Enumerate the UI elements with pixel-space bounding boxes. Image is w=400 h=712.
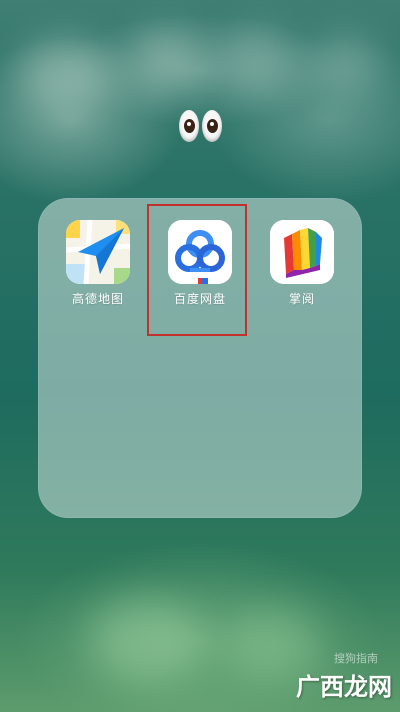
eyes-emoji-icon bbox=[177, 110, 223, 144]
wallpaper-blur bbox=[90, 600, 200, 680]
watermark-text: 广西龙网 bbox=[296, 672, 392, 701]
app-amap[interactable]: 高德地图 bbox=[53, 220, 143, 307]
left-eye-icon bbox=[179, 110, 199, 142]
amap-icon bbox=[66, 220, 130, 284]
wallpaper-blur bbox=[130, 30, 200, 90]
right-eye-icon bbox=[202, 110, 222, 142]
ireader-icon bbox=[270, 220, 334, 284]
wallpaper-blur bbox=[310, 35, 380, 95]
highlight-box bbox=[147, 204, 247, 336]
wallpaper-blur bbox=[225, 30, 295, 90]
app-label: 掌阅 bbox=[288, 292, 315, 306]
wallpaper-blur bbox=[20, 40, 110, 110]
guide-watermark: 搜狗指南 bbox=[334, 652, 378, 665]
home-screen: 高德地图 百度网盘 掌阅 搜狗指南 广西龙网 bbox=[0, 0, 400, 712]
app-ireader[interactable]: 掌阅 bbox=[257, 220, 347, 307]
app-label: 高德地图 bbox=[71, 292, 124, 306]
site-watermark: 广西龙网 bbox=[296, 667, 392, 702]
